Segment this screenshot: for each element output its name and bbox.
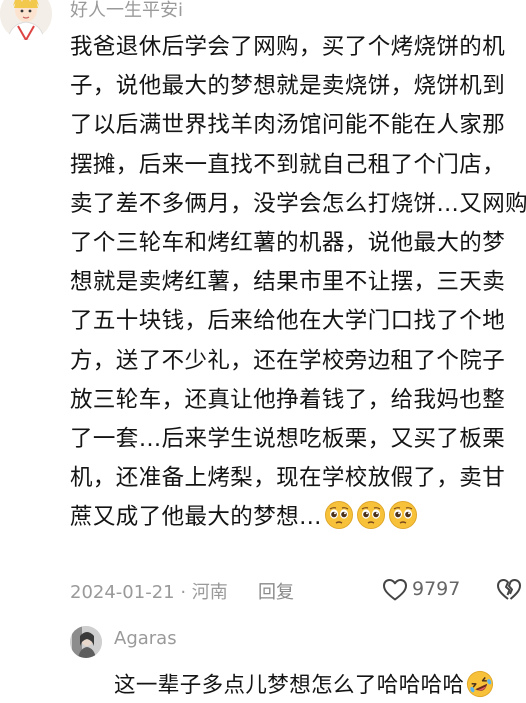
- comment-line: 摆摊，后来一直找不到就自己租了个门店，: [70, 151, 506, 178]
- main-comment: 好人一生平安i 我爸退休后学会了网购，买了个烤烧饼的机 子，说他最大的梦想就是卖…: [0, 0, 526, 610]
- emoji-group: [322, 498, 418, 537]
- pleading-face-emoji: [324, 501, 353, 530]
- comment-meta: 2024-01-21 · 河南 回复 9797: [70, 578, 526, 606]
- comment-line: 子，说他最大的梦想就是卖烧饼，烧饼机到: [70, 73, 506, 100]
- comment-line: 蔗又成了他最大的梦想…: [70, 504, 322, 531]
- comment-text: 我爸退休后学会了网购，买了个烤烧饼的机 子，说他最大的梦想就是卖烧饼，烧饼机到 …: [70, 28, 526, 537]
- reply-text: 这一辈子多点儿梦想怎么了哈哈哈哈: [114, 668, 494, 699]
- pleading-face-emoji: [356, 501, 385, 530]
- heart-outline-icon[interactable]: [382, 578, 408, 602]
- comment-line: 卖了差不多俩月，没学会怎么打烧饼…又网购: [70, 190, 526, 217]
- reply-comment: Agaras 这一辈子多点儿梦想怎么了哈哈哈哈: [0, 620, 526, 703]
- comment-line: 放三轮车，还真让他挣着钱了，给我妈也整: [70, 386, 506, 413]
- like-count: 9797: [412, 578, 461, 600]
- comment-last-line: 蔗又成了他最大的梦想…: [70, 498, 520, 537]
- username[interactable]: Agaras: [114, 628, 177, 649]
- avatar-illustration: [70, 626, 102, 658]
- reply-button[interactable]: 回复: [258, 578, 294, 604]
- comment-line: 了一套…后来学生说想吃板栗，又买了板栗: [70, 425, 506, 452]
- reply-text-content: 这一辈子多点儿梦想怎么了哈哈哈哈: [114, 673, 465, 698]
- date-location: 2024-01-21 · 河南: [70, 582, 228, 603]
- broken-heart-outline-icon[interactable]: [496, 578, 522, 602]
- avatar-illustration: [0, 0, 52, 40]
- pleading-face-emoji: [388, 501, 417, 530]
- username[interactable]: 好人一生平安i: [70, 0, 183, 22]
- comment-line: 方，送了不少礼，还在学校旁边租了个院子: [70, 347, 506, 374]
- avatar[interactable]: [70, 626, 102, 658]
- comment-line: 了以后满世界找羊肉汤馆问能不能在人家那: [70, 112, 506, 139]
- comment-line: 了个三轮车和烤红薯的机器，说他最大的梦: [70, 229, 506, 256]
- comment-line: 我爸退休后学会了网购，买了个烤烧饼的机: [70, 34, 506, 60]
- comment-line: 机，还准备上烤梨，现在学校放假了，卖甘: [70, 465, 506, 492]
- comment-line: 了五十块钱，后来给他在大学门口找了个地: [70, 308, 506, 335]
- rolling-on-floor-laughing-emoji: [467, 670, 494, 698]
- avatar[interactable]: [0, 0, 52, 40]
- comment-line: 想就是卖烤红薯，结果市里不让摆，三天卖: [70, 269, 506, 296]
